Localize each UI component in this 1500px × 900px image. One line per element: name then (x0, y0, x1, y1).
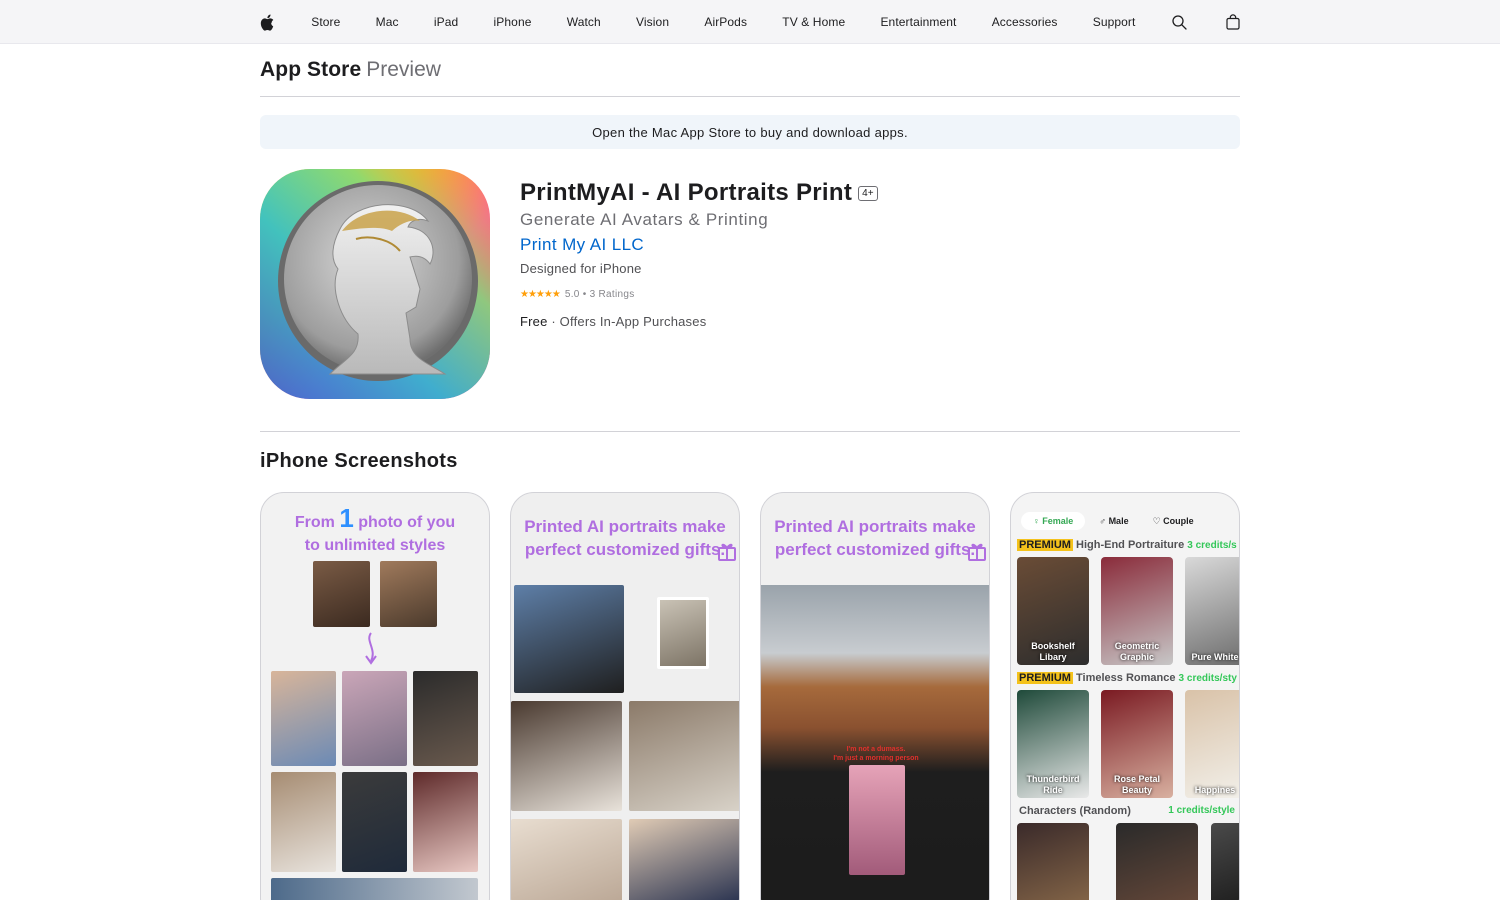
result-photo-2 (342, 671, 407, 766)
in-app-purchases-label: · Offers In-App Purchases (551, 314, 707, 329)
caption-unlimited-styles: to unlimited styles (304, 537, 446, 554)
app-icon (260, 169, 490, 399)
source-photo-man (380, 561, 437, 627)
caption-from: From (294, 514, 335, 531)
nav-entertainment[interactable]: Entertainment (880, 15, 956, 29)
screenshot-1-caption: From 1 photo of you to unlimited styles (261, 505, 489, 557)
shirt-text-line-1: I'm not a dumass. (846, 746, 906, 753)
caption-line-2: perfect customized gifts. (524, 540, 726, 559)
style-tile[interactable] (1211, 823, 1239, 900)
screenshot-2-caption: Printed AI portraits make perfect custom… (511, 515, 739, 561)
nav-store[interactable]: Store (311, 15, 340, 29)
premium-badge: PREMIUM (1017, 672, 1073, 684)
rating-summary: ★★★★★ 5.0 • 3 Ratings (520, 289, 1220, 300)
result-photo-4 (271, 772, 336, 872)
result-photo-6 (413, 772, 478, 872)
product-header: PrintMyAI - AI Portraits Print 4+ Genera… (520, 178, 1220, 329)
gender-tabs: ♀ Female ♂ Male ♡ Couple (1019, 510, 1239, 532)
apple-logo-icon[interactable] (258, 0, 276, 44)
preview-label: Preview (366, 58, 441, 81)
source-photo-woman (313, 561, 370, 627)
arrow-down-icon (365, 632, 377, 665)
sweater-photo (511, 819, 622, 900)
shirt-print-figure (849, 765, 905, 875)
star-rating-icon: ★★★★★ (520, 289, 561, 300)
phonecase-photo (629, 701, 739, 811)
nav-vision[interactable]: Vision (636, 15, 669, 29)
nav-watch[interactable]: Watch (567, 15, 601, 29)
developer-link[interactable]: Print My AI LLC (520, 233, 644, 257)
gift-icon (718, 543, 736, 561)
nav-tv-home[interactable]: TV & Home (782, 15, 845, 29)
screenshot-1[interactable]: From 1 photo of you to unlimited styles (260, 492, 490, 900)
caption-photo-of-you: photo of you (358, 514, 456, 531)
tshirt-photo (514, 585, 624, 693)
style-tile[interactable] (1116, 823, 1198, 900)
product-title: PrintMyAI - AI Portraits Print (520, 179, 853, 206)
nav-accessories[interactable]: Accessories (992, 15, 1058, 29)
app-store-title[interactable]: App Store (260, 58, 361, 82)
designed-for-label: Designed for iPhone (520, 261, 642, 276)
shirt-text: I'm not a dumass. I'm just a morning per… (801, 745, 951, 763)
age-rating-badge: 4+ (858, 185, 878, 201)
product-title-row: PrintMyAI - AI Portraits Print 4+ (520, 178, 1220, 208)
section-characters: Characters (Random) 1 credits/style (1019, 805, 1239, 817)
style-tile[interactable]: Pure White (1185, 557, 1239, 665)
style-tile[interactable] (1017, 823, 1089, 900)
app-store-local-nav: App Store Preview (260, 44, 1240, 97)
section-title: High-End Portraiture (1076, 539, 1185, 551)
result-photo-3 (413, 671, 478, 766)
caption-line-2: perfect customized gifts. (774, 540, 976, 559)
credits-label: 1 credits/style (1168, 805, 1235, 816)
screenshot-3-caption: Printed AI portraits make perfect custom… (761, 515, 989, 561)
nav-ipad[interactable]: iPad (434, 15, 458, 29)
nav-iphone[interactable]: iPhone (494, 15, 532, 29)
premium-badge: PREMIUM (1017, 539, 1073, 551)
product-subtitle: Generate AI Avatars & Printing (520, 210, 769, 229)
hoodie-photo (629, 819, 739, 900)
caption-line-1: Printed AI portraits make (774, 517, 976, 536)
screenshot-3[interactable]: Printed AI portraits make perfect custom… (760, 492, 990, 900)
tab-female[interactable]: ♀ Female (1021, 512, 1086, 530)
tab-male[interactable]: ♂ Male (1085, 512, 1142, 530)
frame-photo (657, 597, 709, 669)
screenshot-4[interactable]: ♀ Female ♂ Male ♡ Couple PREMIUM High-En… (1010, 492, 1240, 900)
section-timeless-romance: PREMIUM Timeless Romance 3 credits/sty (1017, 672, 1239, 684)
result-photo-1 (271, 671, 336, 766)
section-divider (260, 431, 1240, 432)
mug-photo (511, 701, 622, 811)
screenshot-gallery[interactable]: From 1 photo of you to unlimited styles … (260, 492, 1240, 900)
credits-label: 3 credits/sty (1178, 673, 1237, 684)
section-title: Characters (Random) (1019, 805, 1131, 817)
global-nav: Store Mac iPad iPhone Watch Vision AirPo… (0, 0, 1500, 44)
gift-icon (968, 543, 986, 561)
style-tile[interactable]: Rose Petal Beauty (1101, 690, 1173, 798)
price-row: Free · Offers In-App Purchases (520, 314, 1220, 329)
price-label: Free (520, 314, 548, 329)
style-tile[interactable]: Geometric Graphic (1101, 557, 1173, 665)
credits-label: 3 credits/s (1187, 540, 1237, 551)
style-tile[interactable]: Thunderbird Ride (1017, 690, 1089, 798)
style-tile[interactable]: Happines (1185, 690, 1239, 798)
result-photo-row (271, 878, 478, 900)
nav-support[interactable]: Support (1093, 15, 1136, 29)
search-icon[interactable] (1171, 0, 1189, 44)
section-high-end: PREMIUM High-End Portraiture 3 credits/s (1017, 539, 1239, 551)
nav-airpods[interactable]: AirPods (704, 15, 747, 29)
shopping-bag-icon[interactable] (1224, 0, 1242, 44)
style-tile[interactable]: Bookshelf Libary (1017, 557, 1089, 665)
tab-couple[interactable]: ♡ Couple (1143, 512, 1204, 531)
rating-text: 5.0 • 3 Ratings (564, 289, 635, 300)
result-photo-5 (342, 772, 407, 872)
screenshots-section-title: iPhone Screenshots (260, 450, 458, 472)
shirt-text-line-2: I'm just a morning person (833, 755, 919, 762)
nav-mac[interactable]: Mac (376, 15, 399, 29)
open-mac-app-store-banner: Open the Mac App Store to buy and downlo… (260, 115, 1240, 149)
screenshot-2[interactable]: Printed AI portraits make perfect custom… (510, 492, 740, 900)
section-title: Timeless Romance (1076, 672, 1176, 684)
caption-line-1: Printed AI portraits make (524, 517, 726, 536)
caption-number: 1 (339, 503, 354, 533)
